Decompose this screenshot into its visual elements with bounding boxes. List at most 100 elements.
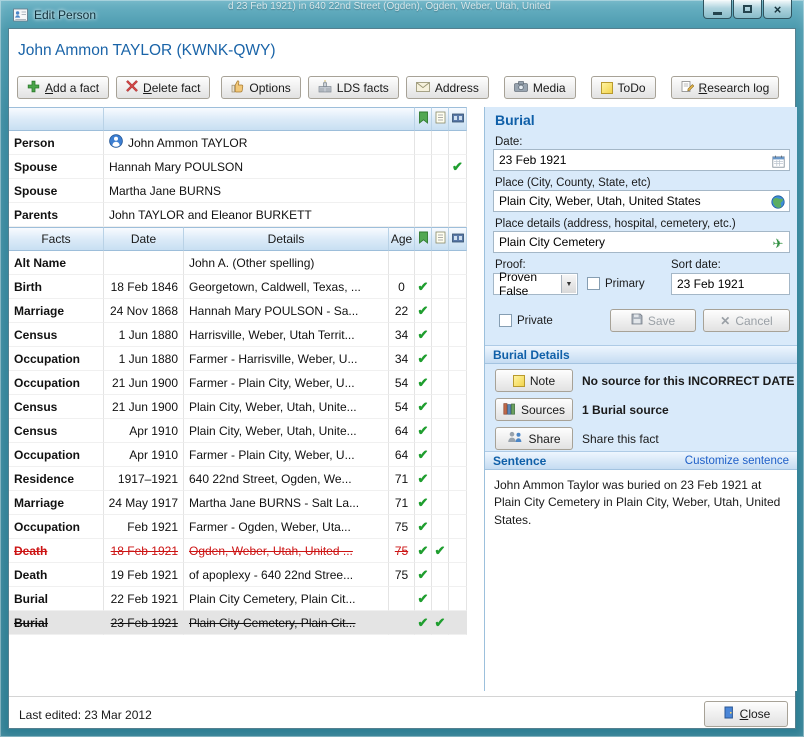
add-fact-button[interactable]: Add a fact	[17, 76, 110, 99]
maximize-button[interactable]	[733, 0, 762, 19]
facts-table-header: Facts Date Details Age	[9, 227, 467, 251]
airplane-icon[interactable]: ✈	[770, 235, 786, 251]
calendar-icon[interactable]	[770, 153, 786, 169]
person-name: John Ammon TAYLOR	[128, 135, 248, 150]
notepad-pencil-icon	[681, 80, 694, 96]
globe-icon[interactable]	[770, 194, 786, 210]
edit-person-window: d 23 Feb 1921) in 640 22nd Street (Ogden…	[0, 0, 804, 737]
spouse-row[interactable]: Spouse Hannah Mary POULSON	[9, 155, 467, 179]
check-icon	[435, 544, 446, 557]
note-button[interactable]: Note	[495, 369, 573, 392]
sentence-text: John Ammon Taylor was buried on 23 Feb 1…	[485, 470, 797, 691]
place-details-input[interactable]: Plain City Cemetery ✈	[493, 231, 790, 253]
fact-row[interactable]: Alt Name John A. (Other spelling)	[9, 251, 467, 275]
checkbox-box[interactable]	[587, 277, 600, 290]
check-icon	[418, 400, 429, 413]
spouse-row[interactable]: Spouse Martha Jane BURNS	[9, 179, 467, 203]
check-icon	[452, 160, 463, 173]
check-icon	[418, 544, 429, 557]
minimize-icon	[713, 11, 722, 15]
share-status-text: Share this fact	[582, 432, 659, 446]
panel-title: Burial	[495, 112, 535, 128]
close-button[interactable]: Close	[704, 701, 788, 727]
customize-sentence-link[interactable]: Customize sentence	[685, 455, 789, 467]
chevron-down-icon[interactable]: ▼	[561, 275, 576, 293]
minimize-button[interactable]	[703, 0, 732, 19]
checkbox-box[interactable]	[499, 314, 512, 327]
address-button[interactable]: Address	[405, 76, 489, 99]
people-icon	[507, 431, 523, 446]
fact-row[interactable]: Census 21 Jun 1900 Plain City, Weber, Ut…	[9, 395, 467, 419]
options-button[interactable]: Options	[221, 76, 301, 99]
check-icon	[418, 616, 429, 629]
sources-status-text: 1 Burial source	[582, 403, 669, 417]
fact-row[interactable]: Occupation 21 Jun 1900 Farmer - Plain Ci…	[9, 371, 467, 395]
spouse-name: Hannah Mary POULSON	[104, 155, 415, 179]
private-checkbox[interactable]: Private	[499, 314, 553, 327]
parents-row[interactable]: Parents John TAYLOR and Eleanor BURKETT	[9, 203, 467, 227]
delete-fact-button[interactable]: Delete fact	[116, 76, 211, 99]
fact-row[interactable]: Marriage 24 May 1917 Martha Jane BURNS -…	[9, 491, 467, 515]
fact-row[interactable]: Marriage 24 Nov 1868 Hannah Mary POULSON…	[9, 299, 467, 323]
fact-row[interactable]: Census 1 Jun 1880 Harrisville, Weber, Ut…	[9, 323, 467, 347]
person-info-icon[interactable]	[109, 134, 123, 151]
titlebar[interactable]: Edit Person ×	[0, 0, 804, 28]
sources-column-icon	[418, 111, 429, 127]
sticky-note-icon	[600, 81, 613, 94]
fact-row[interactable]: Occupation 1 Jun 1880 Farmer - Harrisvil…	[9, 347, 467, 371]
fact-row-incorrect-death[interactable]: Death 18 Feb 1921 Ogden, Weber, Utah, Un…	[9, 539, 467, 563]
check-icon	[418, 328, 429, 341]
media-button[interactable]: Media	[503, 76, 576, 99]
check-icon	[418, 424, 429, 437]
save-button[interactable]: Save	[610, 309, 696, 332]
check-icon	[418, 472, 429, 485]
last-edited-text: Last edited: 23 Mar 2012	[19, 708, 152, 722]
exit-door-icon	[722, 706, 735, 722]
place-input[interactable]: Plain City, Weber, Utah, United States	[493, 190, 790, 212]
close-window-button[interactable]: ×	[763, 0, 792, 19]
check-icon	[418, 520, 429, 533]
check-icon	[418, 376, 429, 389]
cancel-button[interactable]: ✕ Cancel	[703, 309, 790, 332]
date-label: Date:	[495, 136, 523, 148]
window-title: Edit Person	[34, 8, 97, 22]
books-icon	[503, 402, 516, 418]
burial-details-header: Burial Details	[485, 345, 797, 364]
fact-row[interactable]: Birth 18 Feb 1846 Georgetown, Caldwell, …	[9, 275, 467, 299]
share-button[interactable]: Share	[495, 427, 573, 450]
fact-row-selected-burial[interactable]: Burial 23 Feb 1921 Plain City Cemetery, …	[9, 611, 467, 635]
proof-select[interactable]: Proven False ▼	[493, 270, 578, 298]
date-input[interactable]: 23 Feb 1921	[493, 149, 790, 171]
maximize-icon	[743, 5, 752, 13]
fact-row[interactable]: Residence 1917–1921 640 22nd Street, Ogd…	[9, 467, 467, 491]
hand-icon	[231, 79, 244, 96]
client-area: John Ammon TAYLOR (KWNK-QWY) Add a fact …	[8, 28, 797, 729]
sources-button[interactable]: Sources	[495, 398, 573, 421]
footer-divider	[9, 696, 795, 697]
fact-row[interactable]: Census Apr 1910 Plain City, Weber, Utah,…	[9, 419, 467, 443]
sort-date-input[interactable]: 23 Feb 1921	[671, 273, 790, 295]
fact-row[interactable]: Burial 22 Feb 1921 Plain City Cemetery, …	[9, 587, 467, 611]
fact-row[interactable]: Death 19 Feb 1921 of apoplexy - 640 22nd…	[9, 563, 467, 587]
place-details-label: Place details (address, hospital, cemete…	[495, 218, 736, 230]
envelope-icon	[415, 81, 430, 95]
check-icon	[418, 352, 429, 365]
person-row[interactable]: Person John Ammon TAYLOR	[9, 131, 467, 155]
todo-button[interactable]: ToDo	[590, 76, 656, 99]
media-column-icon	[451, 112, 464, 127]
spouse-name: Martha Jane BURNS	[104, 179, 415, 203]
research-log-button[interactable]: Research log	[670, 76, 780, 99]
primary-checkbox[interactable]: Primary	[587, 277, 645, 290]
notes-column-icon	[435, 231, 446, 247]
window-icon	[13, 8, 28, 27]
check-icon	[418, 304, 429, 317]
plus-icon	[27, 80, 40, 96]
sort-date-label: Sort date:	[671, 259, 721, 271]
note-status-text: No source for this INCORRECT DATE in	[582, 374, 795, 388]
delete-x-icon	[126, 80, 139, 95]
check-icon	[418, 568, 429, 581]
lds-facts-button[interactable]: LDS facts	[307, 76, 399, 99]
fact-row[interactable]: Occupation Apr 1910 Farmer - Plain City,…	[9, 443, 467, 467]
media-column-icon	[451, 232, 464, 247]
fact-row[interactable]: Occupation Feb 1921 Farmer - Ogden, Webe…	[9, 515, 467, 539]
